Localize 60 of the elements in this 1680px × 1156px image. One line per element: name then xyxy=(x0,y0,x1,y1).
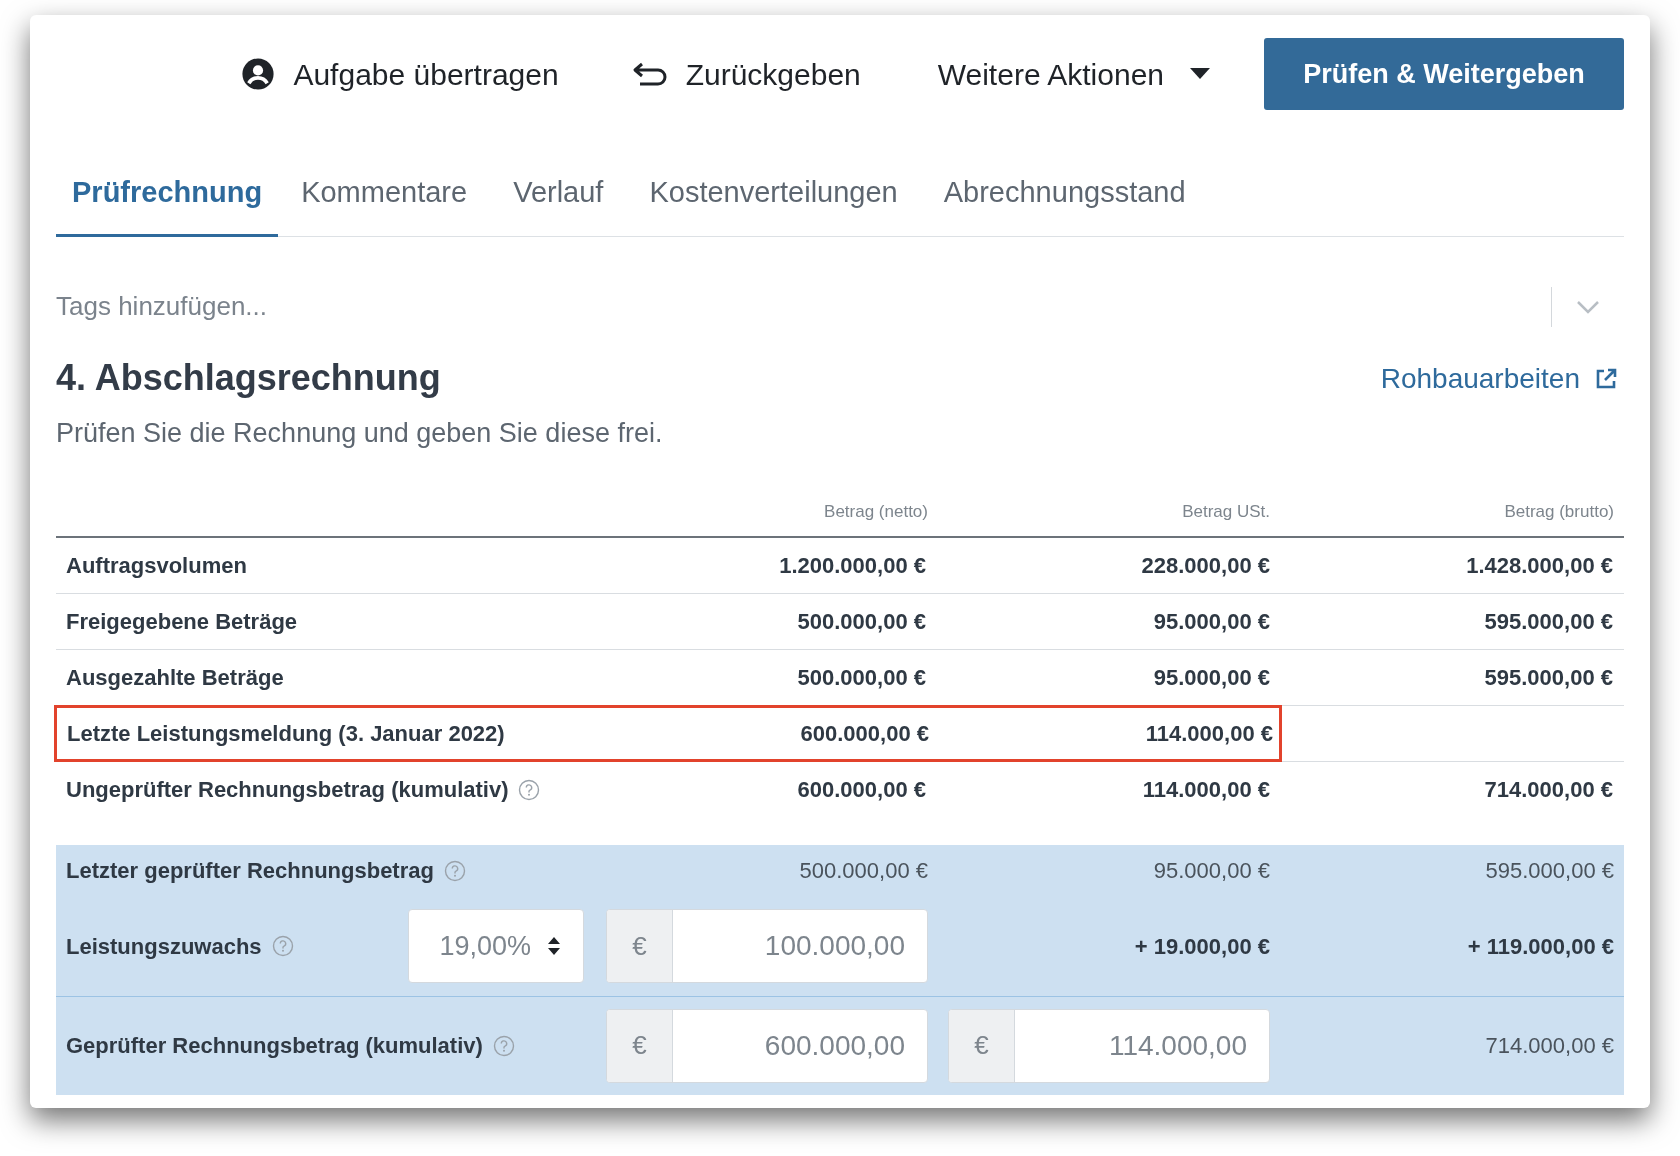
amount-text: 95.000,00 € xyxy=(1153,663,1270,692)
row-label: Letzte Leistungsmeldung (3. Januar 2022) xyxy=(67,719,505,748)
rate-select[interactable]: 19,00% xyxy=(408,909,584,983)
amount-text: 714.000,00 € xyxy=(1485,1032,1614,1060)
amount-text: 600.000,00 € xyxy=(800,719,929,748)
tab[interactable]: Verlauf xyxy=(490,170,627,237)
currency-prefix: € xyxy=(607,1009,673,1082)
amount-text: 1.428.000,00 € xyxy=(1466,551,1613,580)
amount-text: + 19.000,00 € xyxy=(1134,932,1270,961)
amount-text: + 119.000,00 € xyxy=(1467,932,1614,961)
amount-text: 1.200.000,00 € xyxy=(779,551,926,580)
row-label: Ungeprüfter Rechnungsbetrag (kumulativ) xyxy=(66,776,509,804)
tab[interactable]: Prüfrechnung xyxy=(56,170,279,237)
amount-input[interactable]: 600.000,00 xyxy=(673,1009,927,1082)
tab[interactable]: Kommentare xyxy=(278,170,491,237)
currency-prefix: € xyxy=(949,1009,1015,1082)
review-and-forward-button[interactable]: Prüfen & Weitergeben xyxy=(1264,38,1624,110)
amount-text: 595.000,00 € xyxy=(1484,607,1613,636)
amount-text: 114.000,00 € xyxy=(1145,719,1273,748)
caret-icon xyxy=(1190,68,1210,80)
row-label: Leistungszuwachs xyxy=(66,932,262,961)
project-link[interactable]: Rohbauarbeiten xyxy=(1380,358,1618,400)
external-link-icon xyxy=(1594,367,1618,391)
sort-arrows-icon xyxy=(547,935,561,957)
amount-field[interactable]: € 600.000,00 xyxy=(606,1008,928,1083)
amount-text: 600.000,00 € xyxy=(797,776,926,804)
tags-input[interactable]: Tags hinzufügen... xyxy=(56,287,1551,326)
amount-text: 500.000,00 € xyxy=(797,607,926,636)
return-arrow-icon xyxy=(631,60,668,88)
amount-text: 500.000,00 € xyxy=(799,857,928,885)
amount-text: 95.000,00 € xyxy=(1153,857,1270,885)
row-label: Auftragsvolumen xyxy=(66,551,247,580)
amount-text: 595.000,00 € xyxy=(1484,663,1613,692)
section-heading: 4. Abschlagsrechnung xyxy=(56,358,441,398)
row-label: Freigegebene Beträge xyxy=(66,607,298,636)
tab[interactable]: Abrechnungsstand xyxy=(920,170,1209,237)
assign-task-button[interactable]: Aufgabe übertragen xyxy=(241,51,559,97)
more-actions-dropdown[interactable]: Weitere Aktionen xyxy=(937,51,1210,97)
column-header: Betrag (netto) xyxy=(824,500,928,523)
amount-text: 500.000,00 € xyxy=(797,663,926,692)
amount-field[interactable]: € 114.000,00 xyxy=(948,1008,1270,1083)
row-label: Ausgezahlte Beträge xyxy=(66,663,284,692)
chevron-down-icon xyxy=(1576,299,1600,314)
return-button[interactable]: Zurückgeben xyxy=(631,51,861,97)
currency-prefix: € xyxy=(607,910,673,982)
amount-text: 95.000,00 € xyxy=(1153,607,1270,636)
amount-text: 714.000,00 € xyxy=(1484,776,1613,804)
section-subtitle: Prüfen Sie die Rechnung und geben Sie diese frei. xyxy=(56,417,664,450)
tab[interactable]: Kostenverteilungen xyxy=(626,170,921,237)
amount-field[interactable]: € 100.000,00 xyxy=(606,909,928,983)
amount-text: 228.000,00 € xyxy=(1141,551,1270,580)
amount-input[interactable]: 114.000,00 xyxy=(1015,1009,1269,1082)
amount-text: 114.000,00 € xyxy=(1142,776,1270,804)
row-label: Letzter geprüfter Rechnungsbetrag xyxy=(66,857,434,885)
person-icon xyxy=(241,57,276,91)
column-header: Betrag USt. xyxy=(1182,500,1270,523)
column-header: Betrag (brutto) xyxy=(1504,500,1614,523)
amount-input[interactable]: 100.000,00 xyxy=(673,910,927,982)
amount-text: 595.000,00 € xyxy=(1485,857,1614,885)
row-label: Geprüfter Rechnungsbetrag (kumulativ) xyxy=(66,1032,483,1060)
